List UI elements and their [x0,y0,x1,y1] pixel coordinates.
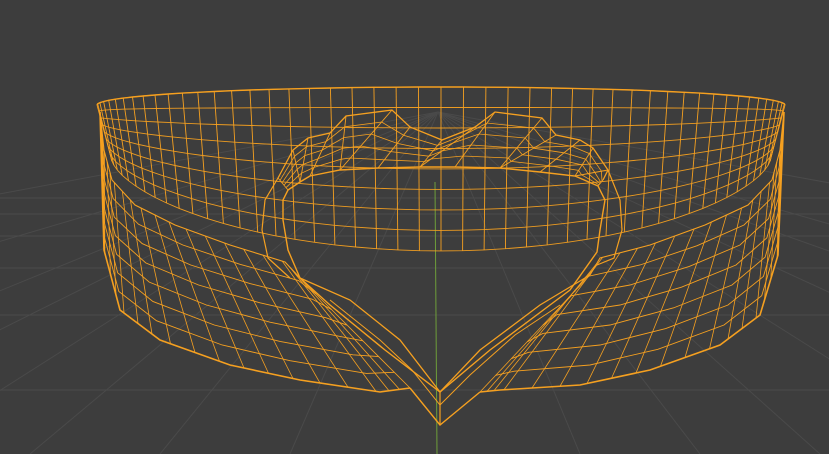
side-column-line-left [130,199,153,335]
side-column-line-left [281,260,377,392]
side-column-line-right [727,199,754,340]
side-column-line-left [224,242,294,379]
inner-heart-column-line [419,126,476,168]
outer-column-line [462,86,464,251]
side-column-line-right [635,228,695,374]
outer-column-line [767,102,783,166]
outer-bottom-edge-right [479,111,785,393]
heart-ring-wireframe[interactable] [96,86,786,426]
outer-column-line [418,86,420,251]
floor-grid [0,111,829,454]
side-top-edge-right [589,111,785,276]
side-column-line-left [140,207,171,344]
outer-column-line [154,94,168,204]
side-column-line-left [121,191,139,324]
side-column-line-left [185,228,245,369]
grid-line [29,111,439,454]
side-column-line-right [479,274,591,393]
grid-line [437,111,821,454]
grid-line [159,111,439,454]
inner-heart-column-line [309,132,331,177]
viewport-canvas[interactable] [0,0,829,454]
outer-column-line [181,93,194,214]
side-column-line-right [559,248,638,387]
side-column-line-right [531,252,621,389]
inner-heart-column-line [277,177,289,191]
side-column-line-right [486,268,594,392]
inner-heart-column-line [299,137,309,183]
side-column-line-right [709,207,742,349]
heart-tip-bottom [409,387,481,426]
grid-line [437,111,581,454]
3d-viewport[interactable] [0,0,829,454]
outer-bottom-edge-left [99,111,411,393]
side-ring-line-right [558,111,785,309]
inner-heart-column-line [339,115,347,171]
side-column-line-left [294,272,400,390]
side-column-line-right [611,235,676,379]
inner-heart-column-line [339,109,393,171]
y-axis-line [434,181,438,454]
side-column-line-left [243,249,321,384]
outer-column-line [688,93,701,214]
outer-column-line [714,94,728,204]
side-column-line-left [204,235,269,374]
grid-line [437,111,701,454]
side-ring-line-right [542,111,785,326]
